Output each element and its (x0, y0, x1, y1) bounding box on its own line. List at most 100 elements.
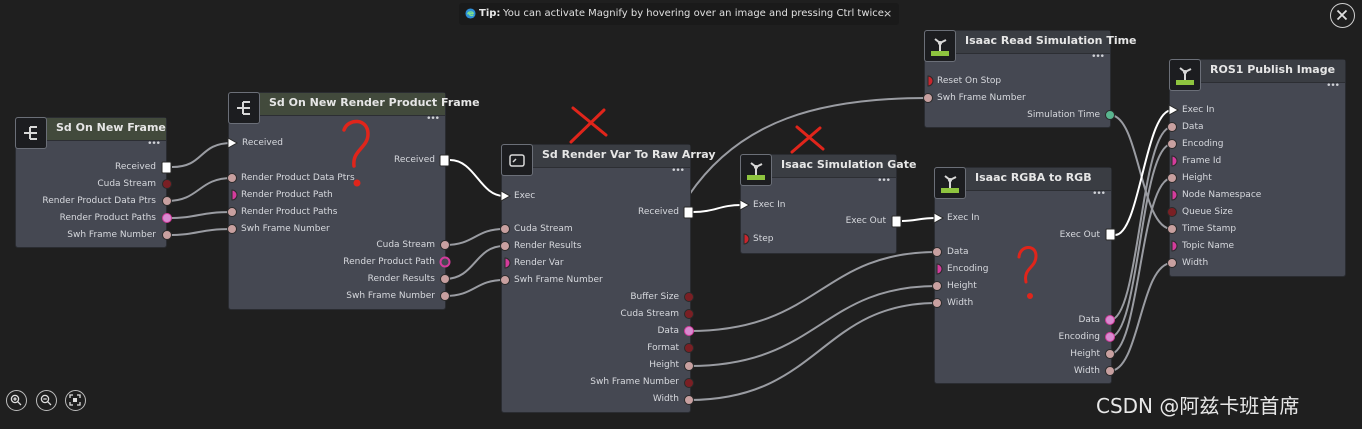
close-icon (1336, 9, 1348, 21)
output-label: Width (1073, 366, 1100, 376)
output-label: Swh Frame Number (590, 377, 679, 387)
output-label: Cuda Stream (376, 240, 435, 250)
output-label: Simulation Time (1027, 110, 1100, 120)
fit-screen-icon (69, 394, 81, 406)
input-label: Exec (514, 191, 536, 201)
node-menu-dots[interactable]: ••• (1092, 189, 1106, 199)
node-menu-dots[interactable]: ••• (671, 166, 685, 176)
input-label: Render Results (514, 241, 582, 251)
zoom-in-button[interactable] (6, 390, 27, 411)
input-label: Data (947, 247, 969, 257)
input-label: Node Namespace (1182, 190, 1262, 200)
node-menu-dots[interactable]: ••• (147, 139, 161, 149)
input-label: Exec In (753, 200, 786, 210)
robot-arm-icon (1169, 59, 1201, 91)
tip-banner: Tip: You can activate Magnify by hoverin… (459, 3, 899, 25)
wire (444, 228, 505, 246)
wire (166, 211, 233, 219)
input-label: Swh Frame Number (241, 224, 330, 234)
node-menu-dots[interactable]: ••• (1326, 81, 1340, 91)
input-label: Encoding (947, 264, 989, 274)
input-label: Topic Name (1182, 241, 1235, 251)
output-label: Cuda Stream (620, 309, 679, 319)
node-title: Isaac Simulation Gate (781, 158, 917, 171)
node-title: Sd On New Frame (56, 121, 166, 134)
wire (688, 285, 938, 367)
input-label: Render Product Paths (241, 207, 338, 217)
wire (166, 228, 233, 236)
wire (688, 251, 938, 332)
input-label: Render Product Data Ptrs (241, 173, 355, 183)
input-label: Frame Id (1182, 156, 1222, 166)
output-label: Received (115, 162, 156, 172)
input-label: Swh Frame Number (937, 93, 1026, 103)
input-label: Reset On Stop (937, 76, 1002, 86)
output-label: Buffer Size (630, 292, 679, 302)
graph-canvas[interactable]: Sd On New Frame ••• Received Cuda Stream… (0, 0, 1362, 429)
output-label: Received (638, 207, 679, 217)
node-title: Sd On New Render Product Frame (269, 96, 480, 109)
output-label: Exec Out (1059, 230, 1100, 240)
node-title: Sd Render Var To Raw Array (542, 148, 716, 161)
wire (444, 279, 505, 297)
output-label: Swh Frame Number (346, 291, 435, 301)
graph-node-icon (15, 117, 47, 149)
robot-arm-icon (934, 167, 966, 199)
output-label: Render Product Path (343, 257, 435, 267)
output-label: Received (394, 155, 435, 165)
output-label: Format (647, 343, 679, 353)
output-label: Render Product Data Ptrs (42, 196, 156, 206)
input-label: Swh Frame Number (514, 275, 603, 285)
close-button[interactable] (1330, 3, 1355, 28)
input-label: Cuda Stream (514, 224, 573, 234)
input-label: Received (242, 138, 283, 148)
node-menu-dots[interactable]: ••• (1091, 52, 1105, 62)
robot-arm-icon (740, 154, 772, 186)
exec-wire (901, 217, 937, 222)
input-label: Queue Size (1182, 207, 1233, 217)
input-label: Time Stamp (1182, 224, 1237, 234)
input-label: Height (947, 281, 977, 291)
graph-node-icon (501, 144, 533, 176)
input-label: Data (1182, 122, 1204, 132)
output-label: Render Results (367, 274, 435, 284)
node-title: ROS1 Publish Image (1210, 63, 1336, 76)
node-title: Isaac Read Simulation Time (965, 34, 1137, 47)
zoom-out-button[interactable] (36, 390, 57, 411)
exec-wire (692, 204, 742, 213)
wire (171, 142, 233, 168)
robot-arm-icon (924, 30, 956, 62)
output-label: Exec Out (845, 216, 886, 226)
input-label: Render Var (514, 258, 564, 268)
tip-close-icon[interactable]: × (883, 7, 892, 20)
output-label: Encoding (1058, 332, 1100, 342)
input-label: Width (1182, 258, 1209, 268)
input-label: Encoding (1182, 139, 1224, 149)
input-label: Exec In (947, 213, 980, 223)
node-menu-dots[interactable]: ••• (426, 114, 440, 124)
edge-browser-icon (465, 8, 476, 19)
zoom-in-icon (10, 394, 22, 406)
node-title: Isaac RGBA to RGB (975, 171, 1092, 184)
wire (1109, 262, 1173, 372)
output-label: Height (1070, 349, 1100, 359)
wire (688, 302, 938, 401)
output-label: Swh Frame Number (67, 230, 156, 240)
input-label: Width (947, 298, 974, 308)
node-menu-dots[interactable]: ••• (877, 176, 891, 186)
fit-to-screen-button[interactable] (65, 390, 86, 411)
output-label: Cuda Stream (97, 179, 156, 189)
watermark: CSDN @阿兹卡班首席 (1096, 394, 1300, 418)
input-label: Step (753, 234, 774, 244)
tip-text: You can activate Magnify by hovering ove… (503, 8, 888, 19)
input-label: Height (1182, 173, 1212, 183)
output-label: Data (657, 326, 680, 336)
output-label: Height (649, 360, 679, 370)
output-label: Render Product Paths (59, 213, 156, 223)
wire (1109, 126, 1173, 321)
tip-label: Tip: (479, 8, 501, 19)
input-label: Exec In (1182, 105, 1215, 115)
wire (166, 177, 233, 202)
zoom-out-icon (40, 394, 52, 406)
graph-node-icon (228, 92, 260, 124)
